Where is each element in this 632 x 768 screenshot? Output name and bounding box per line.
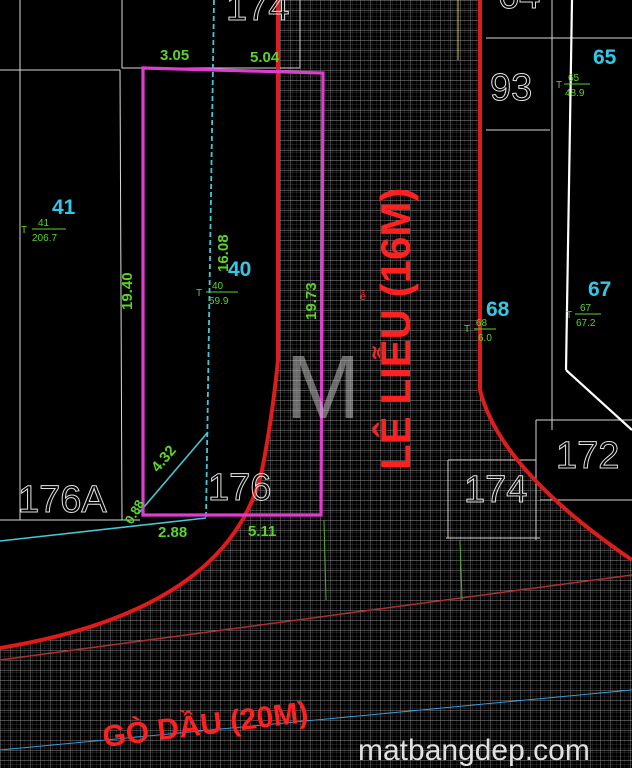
dim-bottom-left: 2.88 xyxy=(158,524,187,541)
house-number-top-right: 64 xyxy=(498,0,540,17)
lot-number-67: 67 xyxy=(588,278,611,301)
house-number-174-top: 174 xyxy=(226,0,289,29)
lot-number-40: 40 xyxy=(228,258,251,281)
dim-top-right: 5.04 xyxy=(250,49,280,66)
watermark: M xyxy=(286,338,361,438)
lot-number-65: 65 xyxy=(593,46,617,69)
lot-40-sub-bottom: 59.9 xyxy=(209,296,229,307)
dim-left-side: 19.40 xyxy=(119,272,136,310)
house-number-176: 176 xyxy=(208,467,271,509)
house-number-172: 172 xyxy=(556,435,619,477)
lot-68-sub-top: 68 xyxy=(476,318,488,329)
house-number-93: 93 xyxy=(490,67,532,109)
cadastral-map: M LÊ LIỄU (16M) GÒ DẦU (20M) 3.05 5.04 1… xyxy=(0,0,632,768)
lot-67-sub-top: 67 xyxy=(580,303,592,314)
house-number-176a: 176A xyxy=(18,479,107,521)
footer-site[interactable]: matbangdep.com xyxy=(358,734,590,767)
dim-right-side: 19.73 xyxy=(303,282,320,320)
lot-number-68: 68 xyxy=(486,298,510,321)
lot-40-sub-top: 40 xyxy=(212,281,224,292)
lot-65-code: T xyxy=(556,80,562,91)
lot-40-code: T xyxy=(196,288,202,299)
lot-68-code: T xyxy=(464,324,470,335)
lot-67-code: T xyxy=(566,310,572,321)
lot-65-sub-bottom: 48.9 xyxy=(565,88,585,99)
lot-67-sub-bottom: 67.2 xyxy=(576,318,596,329)
lot-41-sub-bottom: 206.7 xyxy=(32,233,57,244)
house-number-174: 174 xyxy=(464,469,527,511)
road-marker: ễ xyxy=(360,290,366,303)
dim-top-left: 3.05 xyxy=(160,47,189,64)
boundary-dashed xyxy=(205,0,215,519)
lot-number-41: 41 xyxy=(52,196,76,219)
lot-68-sub-bottom: 6.0 xyxy=(478,333,492,344)
lot-41-code: T xyxy=(21,225,27,236)
road-label-le-lieu: LÊ LIỄU (16M) xyxy=(371,188,419,470)
lot-65-sub-top: 65 xyxy=(568,73,580,84)
lot-41-sub-top: 41 xyxy=(38,218,50,229)
dim-bottom-right: 5.11 xyxy=(248,523,276,540)
